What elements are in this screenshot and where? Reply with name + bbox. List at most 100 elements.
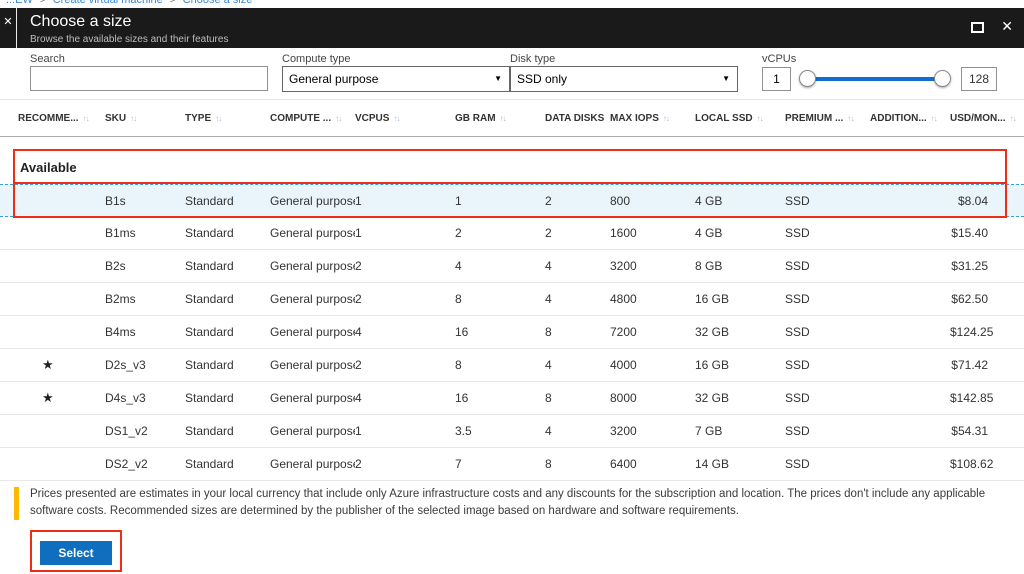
blade-close-icon[interactable]: ✕ [0,8,17,48]
column-label: PREMIUM ... [785,113,843,124]
cell-vcpus: 2 [355,457,455,471]
cell-gb-ram: 16 [455,391,545,405]
sort-icon: ↑↓ [500,114,506,123]
compute-type-select[interactable]: General purpose [282,66,510,92]
column-header-compute[interactable]: COMPUTE ...↑↓ [270,113,355,124]
column-header-usd-month[interactable]: USD/MON...↑↓ [950,113,1024,124]
cell-vcpus: 2 [355,292,455,306]
cell-gb-ram: 2 [455,226,545,240]
size-row-B1ms[interactable]: B1msStandardGeneral purpose12216004 GBSS… [0,217,1024,250]
cell-type: Standard [185,292,270,306]
sort-icon: ↑↓ [215,114,221,123]
cell-data-disks: 2 [545,194,610,208]
cell-gb-ram: 16 [455,325,545,339]
cell-compute: General purpose [270,226,355,240]
cell-vcpus: 1 [355,194,455,208]
cell-premium: SSD [785,457,870,471]
size-row-D2s_v3[interactable]: ★D2s_v3StandardGeneral purpose284400016 … [0,349,1024,382]
compute-type-dropdown: General purpose ▼ [282,66,510,92]
cell-local-ssd: 32 GB [695,391,785,405]
size-row-DS1_v2[interactable]: DS1_v2StandardGeneral purpose13.5432007 … [0,415,1024,448]
cell-data-disks: 4 [545,358,610,372]
cell-compute: General purpose [270,194,355,208]
column-header-sku[interactable]: SKU↑↓ [105,113,185,124]
sort-icon: ↑↓ [757,114,763,123]
cell-usd-month: $71.42 [950,358,1024,372]
breadcrumb-item[interactable]: ...EW [6,0,33,6]
breadcrumb-item[interactable]: Create virtual machine [53,0,163,6]
column-label: GB RAM [455,113,496,124]
cell-data-disks: 4 [545,424,610,438]
page-subtitle: Browse the available sizes and their fea… [30,34,228,45]
column-header-gb-ram[interactable]: GB RAM ↑↓ [455,113,545,124]
cell-premium: SSD [785,194,870,208]
column-header-type[interactable]: TYPE ↑↓ [185,113,270,124]
close-icon[interactable]: ✕ [1001,18,1013,35]
cell-premium: SSD [785,292,870,306]
vcpu-slider[interactable] [799,67,951,91]
cell-type: Standard [185,424,270,438]
cell-usd-month: $62.50 [950,292,1024,306]
slider-handle-left[interactable] [799,70,816,87]
size-row-B1s[interactable]: B1sStandardGeneral purpose1128004 GBSSD$… [0,184,1024,217]
column-label: TYPE [185,113,211,124]
cell-gb-ram: 4 [455,259,545,273]
cell-type: Standard [185,325,270,339]
cell-premium: SSD [785,226,870,240]
size-row-DS2_v2[interactable]: DS2_v2StandardGeneral purpose278640014 G… [0,448,1024,481]
cell-vcpus: 4 [355,325,455,339]
breadcrumb-separator: > [40,0,46,6]
cell-premium: SSD [785,358,870,372]
maximize-icon[interactable] [971,22,984,33]
cell-gb-ram: 7 [455,457,545,471]
pricing-note: Prices presented are estimates in your l… [30,486,1005,519]
cell-local-ssd: 16 GB [695,358,785,372]
disk-type-select[interactable]: SSD only [510,66,738,92]
vcpu-min-input[interactable] [762,67,791,91]
search-input[interactable] [30,66,268,91]
cell-sku: D4s_v3 [105,391,185,405]
column-header-max-iops[interactable]: MAX IOPS↑↓ [610,113,695,124]
breadcrumb-separator: > [170,0,176,6]
column-header-local-ssd[interactable]: LOCAL SSD↑↓ [695,113,785,124]
cell-compute: General purpose [270,259,355,273]
group-header-available: Available [0,151,1024,184]
disk-type-label: Disk type [510,53,555,65]
slider-handle-right[interactable] [934,70,951,87]
column-header-data-disks[interactable]: DATA DISKS↑↓ [545,113,610,124]
cell-compute: General purpose [270,391,355,405]
size-row-B2s[interactable]: B2sStandardGeneral purpose24432008 GBSSD… [0,250,1024,283]
cell-data-disks: 8 [545,391,610,405]
cell-sku: DS1_v2 [105,424,185,438]
cell-max-iops: 1600 [610,226,695,240]
select-button[interactable]: Select [40,541,112,565]
column-header-vcpus[interactable]: VCPUS↑↓ [355,113,455,124]
cell-compute: General purpose [270,358,355,372]
size-row-D4s_v3[interactable]: ★D4s_v3StandardGeneral purpose4168800032… [0,382,1024,415]
cell-data-disks: 8 [545,457,610,471]
column-header-recommended[interactable]: RECOMME...↑↓ [0,113,105,124]
column-header-premium[interactable]: PREMIUM ...↑↓ [785,113,870,124]
cell-max-iops: 3200 [610,259,695,273]
cell-sku: B2s [105,259,185,273]
column-header-additional[interactable]: ADDITION...↑↓ [870,113,950,124]
size-row-B4ms[interactable]: B4msStandardGeneral purpose4168720032 GB… [0,316,1024,349]
breadcrumb-item[interactable]: Choose a size [183,0,253,6]
cell-usd-month: $54.31 [950,424,1024,438]
cell-sku: D2s_v3 [105,358,185,372]
cell-gb-ram: 8 [455,292,545,306]
cell-sku: B2ms [105,292,185,306]
cell-usd-month: $8.04 [950,194,1024,208]
cell-recommended: ★ [0,390,105,406]
page-title: Choose a size [30,13,131,31]
table-header-row: RECOMME...↑↓ SKU↑↓ TYPE↑↓ COMPUTE ...↑↓ … [0,100,1024,137]
cell-vcpus: 1 [355,424,455,438]
cell-premium: SSD [785,259,870,273]
cell-local-ssd: 4 GB [695,226,785,240]
cell-max-iops: 8000 [610,391,695,405]
size-row-B2ms[interactable]: B2msStandardGeneral purpose284480016 GBS… [0,283,1024,316]
cell-usd-month: $108.62 [950,457,1024,471]
cell-type: Standard [185,391,270,405]
cell-data-disks: 8 [545,325,610,339]
cell-premium: SSD [785,391,870,405]
